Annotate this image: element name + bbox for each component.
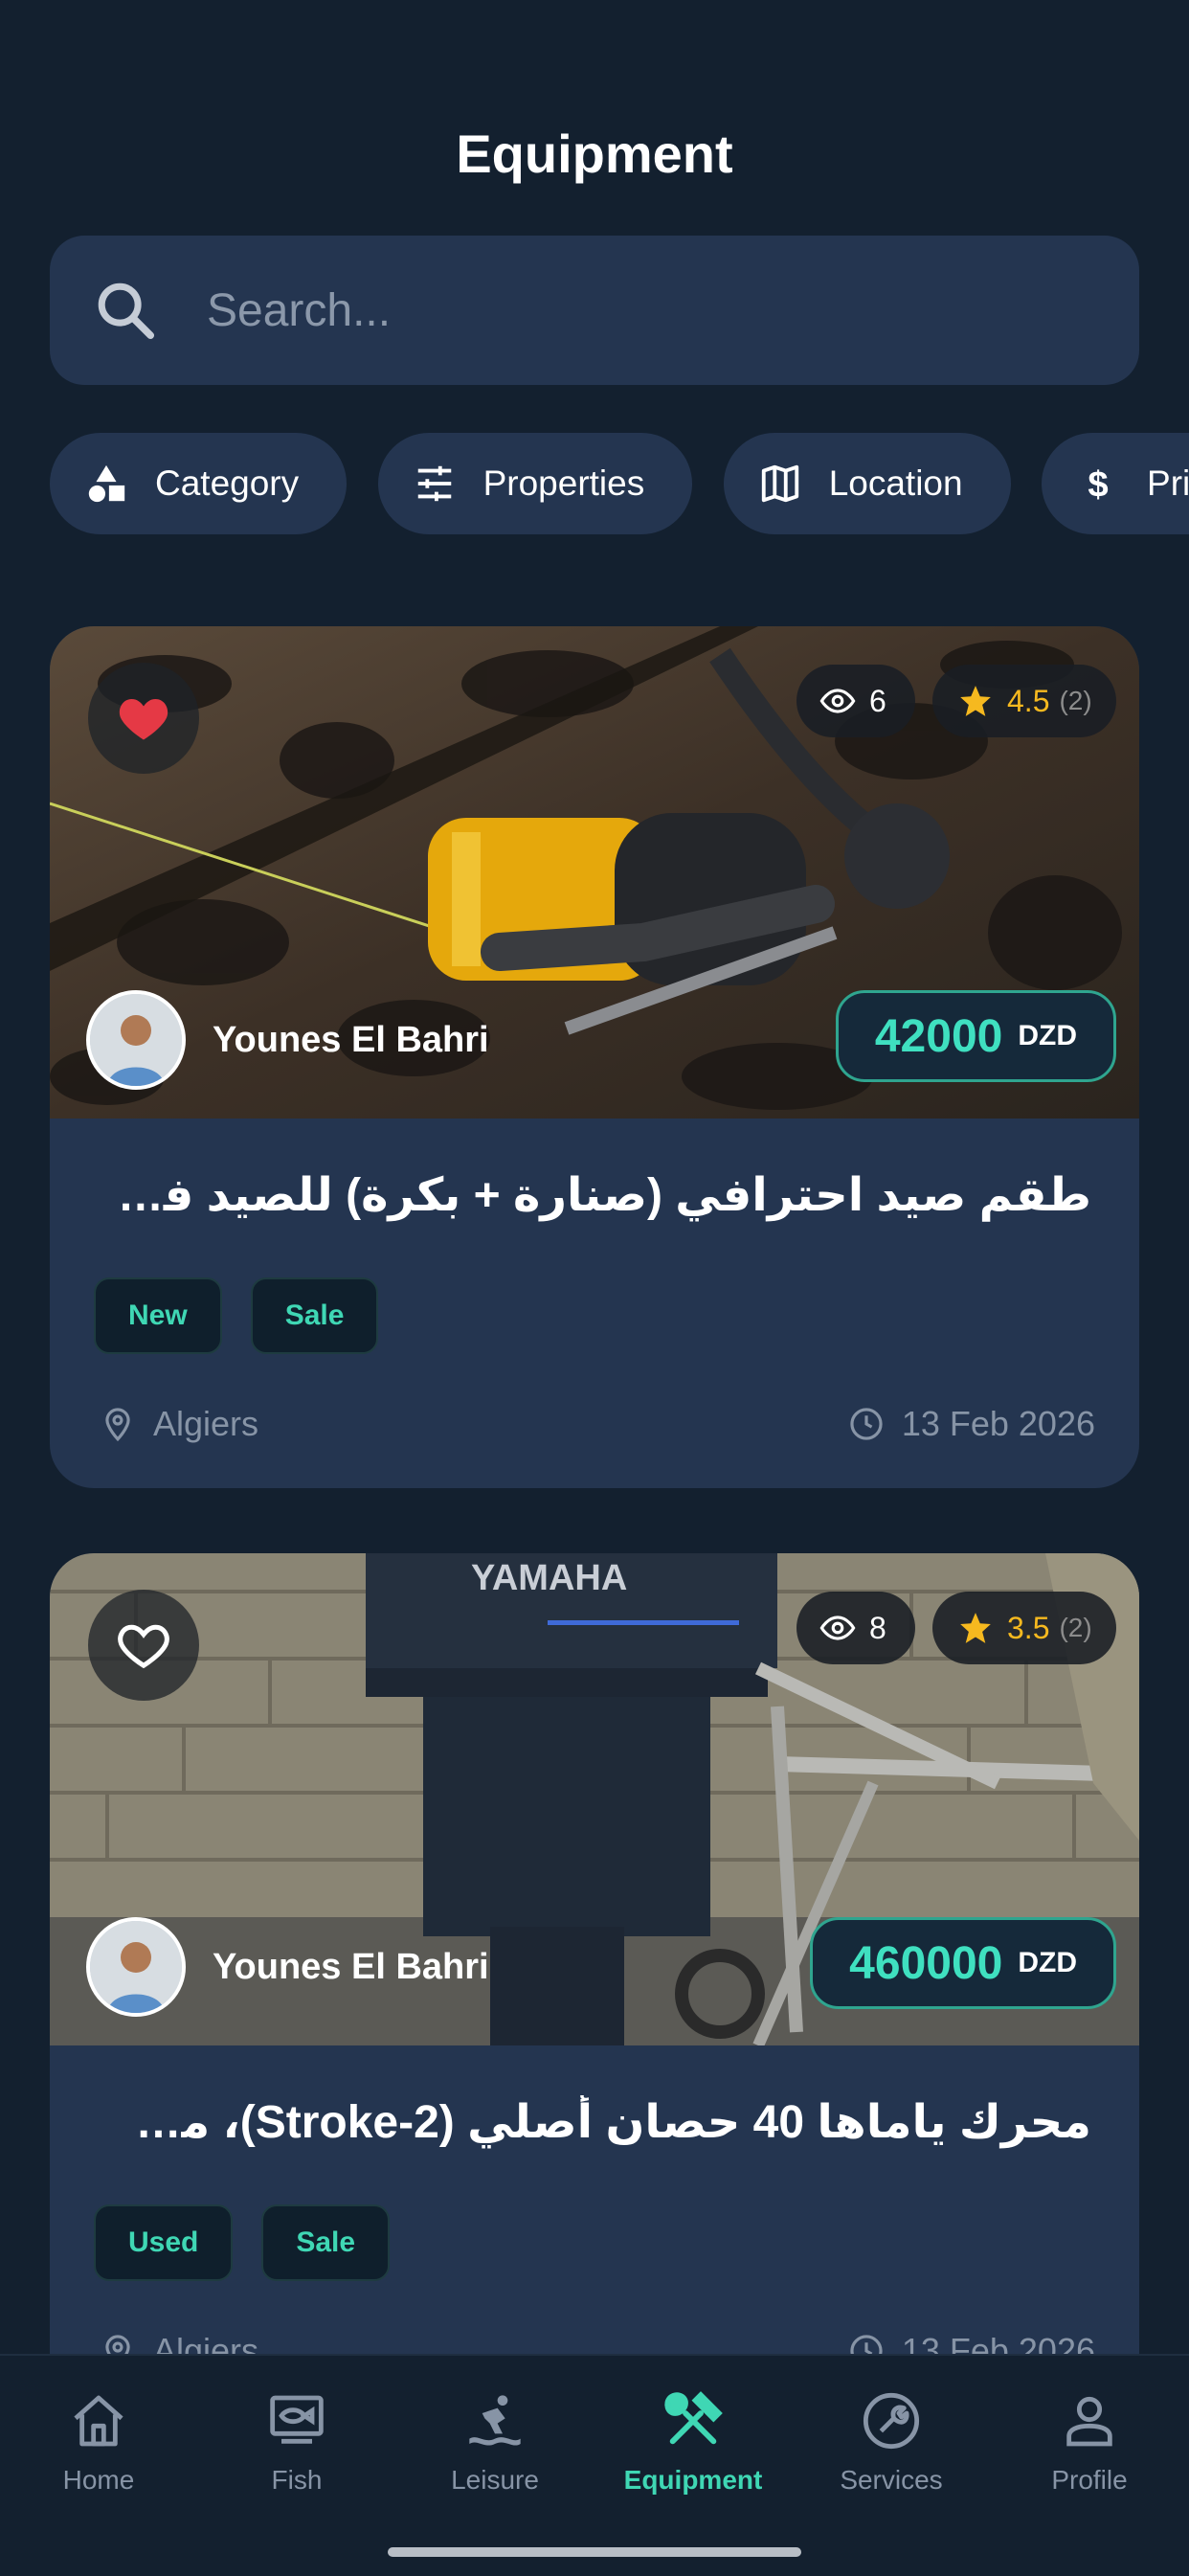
nav-label: Leisure <box>451 2465 539 2495</box>
avatar <box>86 990 186 1090</box>
listing-card[interactable]: 6 4.5 (2) Younes El Bahri 42000 DZD طقم … <box>50 626 1139 1488</box>
star-icon <box>960 686 991 716</box>
nav-label: Fish <box>271 2465 323 2495</box>
views-badge: 6 <box>796 665 915 737</box>
rating-badge: 4.5 (2) <box>932 665 1116 737</box>
category-shapes-icon <box>88 464 125 503</box>
price-amount: 42000 <box>874 1010 1003 1062</box>
home-icon <box>74 2395 123 2447</box>
seller-info[interactable]: Younes El Bahri <box>86 990 489 1090</box>
condition-tag: New <box>94 1277 222 1354</box>
listing-title: طقم صيد احترافي (صنارة + بكرة) للصيد في … <box>50 1170 1091 1221</box>
nav-fish[interactable]: Fish <box>211 2390 383 2496</box>
nav-home[interactable]: Home <box>12 2390 185 2496</box>
filter-chip-category[interactable]: Category <box>50 433 348 534</box>
bottom-navigation: Home Fish Leisure Equipment Services Pro… <box>0 2354 1189 2576</box>
search-input[interactable] <box>205 282 1070 338</box>
nav-equipment[interactable]: Equipment <box>607 2390 779 2496</box>
heart-filled-icon <box>119 699 168 740</box>
listing-card[interactable]: YAMAHA 8 3.5 (2) Younes El Bahri 460000 … <box>50 1553 1139 2415</box>
listing-title: محرك ياماها 40 حصان أصلي (2-Stroke)، مست… <box>50 2097 1091 2148</box>
listing-photo[interactable]: YAMAHA 8 3.5 (2) Younes El Bahri 460000 … <box>50 1553 1139 2045</box>
price-badge: 42000 DZD <box>835 990 1116 1082</box>
fish-icon <box>270 2395 324 2444</box>
eye-icon <box>819 1616 856 1640</box>
location-pin-icon <box>105 1408 130 1442</box>
filter-chip-label: Location <box>828 463 963 503</box>
svg-text:$: $ <box>1088 463 1108 505</box>
price-amount: 460000 <box>849 1937 1003 1989</box>
filter-chip-properties[interactable]: Properties <box>377 433 693 534</box>
sliders-icon <box>417 465 451 502</box>
listing-location: Algiers <box>153 1404 259 1443</box>
search-bar[interactable] <box>50 236 1139 385</box>
filter-chip-location[interactable]: Location <box>723 433 1011 534</box>
nav-services[interactable]: Services <box>805 2390 977 2496</box>
price-currency: DZD <box>1018 1020 1077 1051</box>
avatar <box>86 1917 186 2017</box>
tools-icon <box>664 2391 723 2445</box>
nav-label: Profile <box>1051 2465 1128 2495</box>
clock-icon <box>850 1408 883 1440</box>
price-currency: DZD <box>1018 1947 1077 1978</box>
listing-tags: Used Sale <box>50 2204 1139 2281</box>
surfing-icon <box>469 2395 521 2446</box>
search-icon <box>98 282 155 340</box>
filter-chip-label: Pri <box>1147 463 1189 503</box>
listing-date: 13 Feb 2026 <box>901 1404 1095 1443</box>
seller-name: Younes El Bahri <box>213 1946 489 1987</box>
rating-count: (2) <box>1059 1613 1092 1642</box>
filter-chip-label: Category <box>155 463 300 503</box>
price-badge: 460000 DZD <box>810 1917 1116 2009</box>
star-icon <box>960 1613 991 1643</box>
home-indicator[interactable] <box>388 2547 801 2557</box>
rating-count: (2) <box>1059 686 1092 715</box>
dollar-icon: $ <box>1088 463 1108 505</box>
eye-icon <box>819 689 856 713</box>
rating-value: 4.5 <box>1007 683 1050 718</box>
favorite-button[interactable] <box>88 663 199 774</box>
seller-info[interactable]: Younes El Bahri <box>86 1917 489 2017</box>
svg-text:YAMAHA: YAMAHA <box>471 1558 627 1598</box>
rating-value: 3.5 <box>1007 1610 1050 1645</box>
nav-leisure[interactable]: Leisure <box>409 2390 581 2496</box>
views-count: 8 <box>869 1610 886 1645</box>
type-tag: Sale <box>261 2204 391 2281</box>
rating-badge: 3.5 (2) <box>932 1592 1116 1664</box>
nav-label: Home <box>62 2465 135 2495</box>
map-icon <box>761 464 798 503</box>
seller-name: Younes El Bahri <box>213 1019 489 1060</box>
filter-chip-label: Properties <box>482 463 645 503</box>
favorite-button[interactable] <box>88 1590 199 1701</box>
page-title: Equipment <box>456 124 733 184</box>
views-badge: 8 <box>796 1592 915 1664</box>
filter-chips: Category Properties Location $ Pri <box>50 433 1189 536</box>
listing-meta: Algiers 13 Feb 2026 <box>50 1404 1139 1444</box>
filter-chip-price[interactable]: $ Pri <box>1042 433 1189 534</box>
nav-label: Services <box>840 2465 943 2495</box>
person-icon <box>1066 2396 1112 2447</box>
type-tag: Sale <box>250 1277 379 1354</box>
listing-tags: New Sale <box>50 1277 1139 1354</box>
condition-tag: Used <box>94 2204 234 2281</box>
nav-label: Equipment <box>623 2465 763 2495</box>
nav-profile[interactable]: Profile <box>1003 2390 1176 2496</box>
views-count: 6 <box>869 683 886 718</box>
listing-photo[interactable]: 6 4.5 (2) Younes El Bahri 42000 DZD <box>50 626 1139 1119</box>
wrench-icon <box>863 2392 920 2450</box>
heart-outline-icon <box>118 1624 169 1669</box>
